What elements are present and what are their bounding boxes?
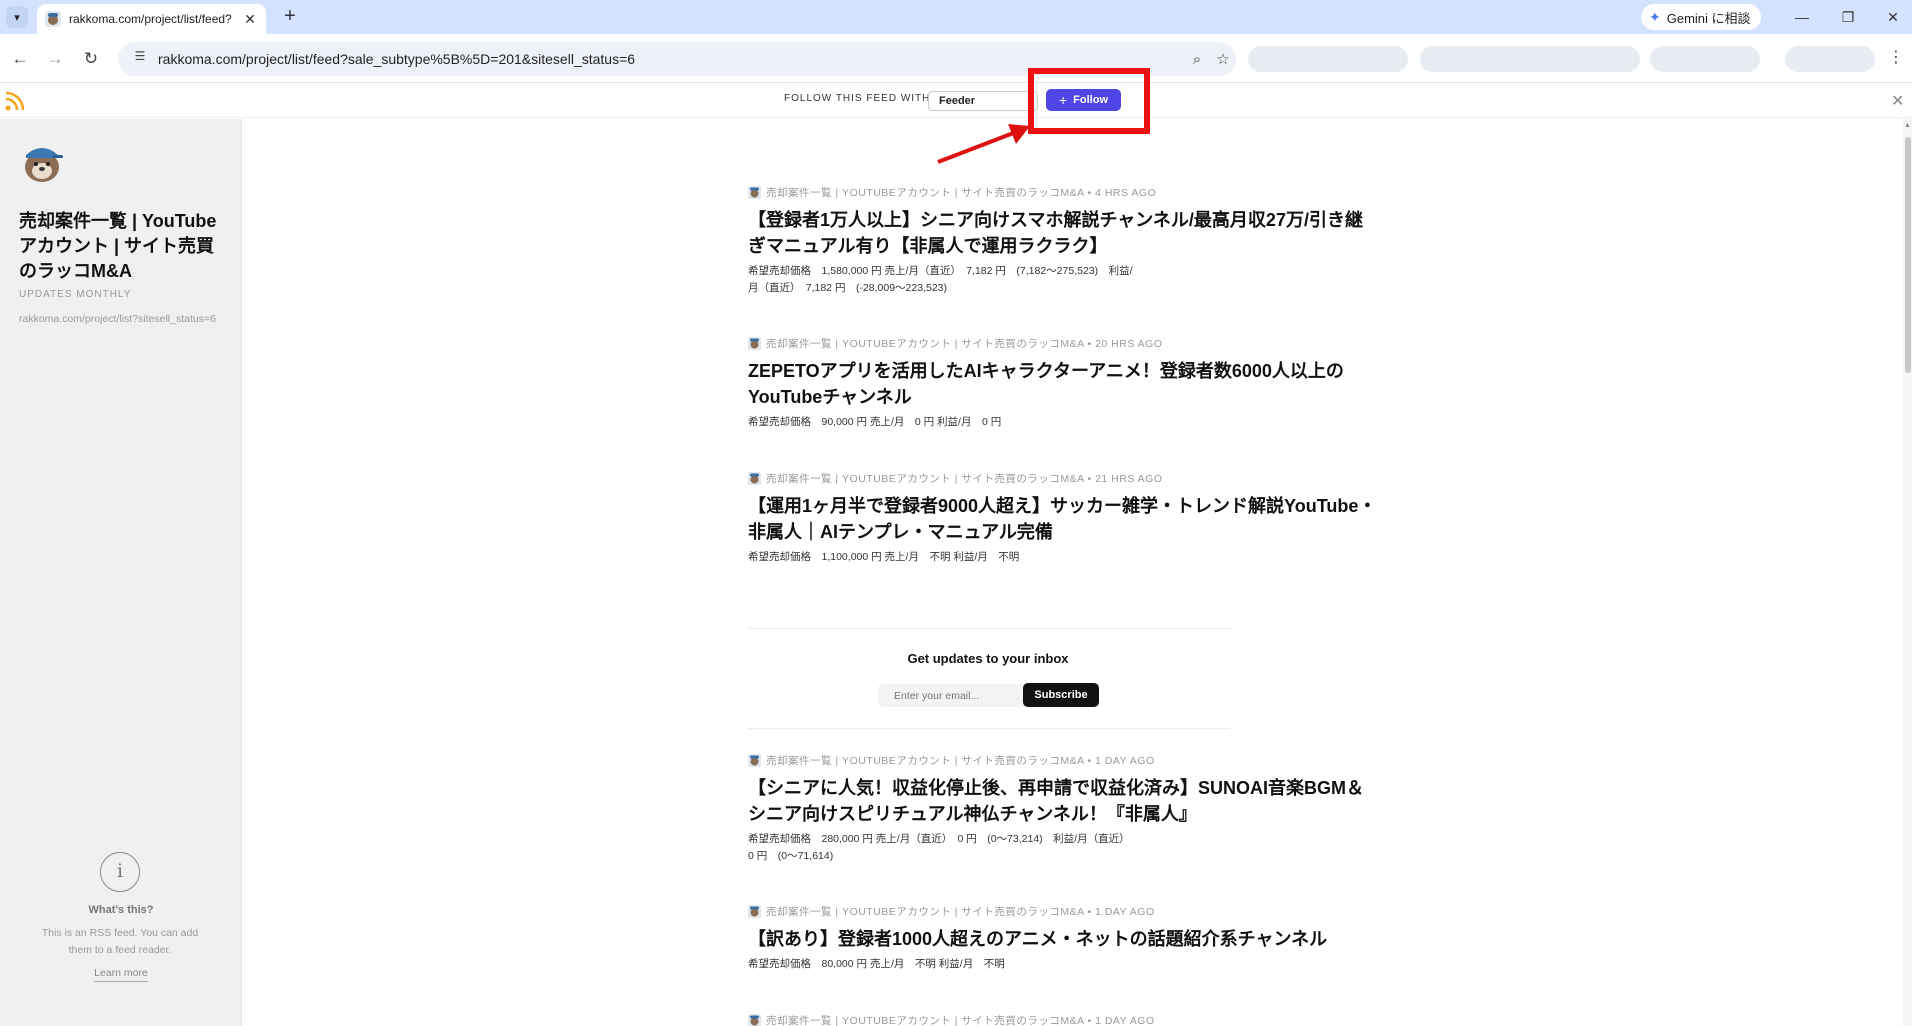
gemini-button[interactable]: ✦ Gemini に相談 — [1641, 4, 1761, 30]
browser-tab[interactable]: rakkoma.com/project/list/feed? ✕ — [37, 4, 266, 34]
forward-arrow-icon[interactable]: → — [43, 47, 67, 71]
page-scrollbar[interactable]: ▲ — [1903, 119, 1912, 1026]
browser-toolbar: ← → ↻ ☰ rakkoma.com/project/list/feed?sa… — [0, 34, 1912, 83]
source-icon — [748, 1013, 761, 1026]
follow-bar: FOLLOW THIS FEED WITH Feeder + Follow ✕ — [0, 84, 1912, 118]
source-icon — [748, 753, 761, 767]
item-title[interactable]: ZEPETOアプリを活用したAIキャラクターアニメ！登録者数6000人以上のYo… — [748, 358, 1380, 410]
feed-url[interactable]: rakkoma.com/project/list?sitesell_status… — [19, 313, 224, 325]
rss-icon — [5, 91, 25, 111]
zoom-icon[interactable]: ⌕ — [1184, 51, 1210, 68]
extensions-area-3[interactable] — [1650, 46, 1760, 72]
annotation-arrow-icon — [937, 124, 1030, 164]
divider — [748, 728, 1230, 729]
extensions-area-2[interactable] — [1420, 46, 1640, 72]
feed-item[interactable]: 売却案件一覧 | YOUTUBEアカウント | サイト売買のラッコM&A • 1… — [748, 753, 1380, 865]
feed-avatar-icon — [25, 148, 63, 182]
item-meta: 売却案件一覧 | YOUTUBEアカウント | サイト売買のラッコM&A • 1… — [748, 904, 1380, 918]
item-description: 希望売却価格 1,580,000 円 売上/月（直近） 7,182 円 (7,1… — [748, 265, 1133, 294]
feed-item[interactable]: 売却案件一覧 | YOUTUBEアカウント | サイト売買のラッコM&A • 2… — [748, 471, 1380, 566]
item-meta-text: 売却案件一覧 | YOUTUBEアカウント | サイト売買のラッコM&A • 4… — [766, 186, 1157, 199]
feed-item[interactable]: 売却案件一覧 | YOUTUBEアカウント | サイト売買のラッコM&A • 4… — [748, 185, 1380, 297]
gemini-label: Gemini に相談 — [1666, 10, 1751, 26]
follow-label: FOLLOW THIS FEED WITH — [784, 93, 931, 104]
back-arrow-icon[interactable]: ← — [8, 47, 32, 71]
feed-reader-select[interactable]: Feeder — [928, 91, 1038, 111]
new-tab-button[interactable]: + — [278, 5, 302, 29]
rss-explanation: This is an RSS feed. You can add them to… — [41, 927, 199, 956]
item-meta-text: 売却案件一覧 | YOUTUBEアカウント | サイト売買のラッコM&A • 1… — [766, 754, 1155, 767]
source-icon — [748, 185, 761, 199]
close-follow-bar-icon[interactable]: ✕ — [1891, 91, 1904, 111]
item-meta-text: 売却案件一覧 | YOUTUBEアカウント | サイト売買のラッコM&A • 2… — [766, 337, 1163, 350]
bookmark-star-icon[interactable]: ☆ — [1210, 50, 1236, 68]
feed-item[interactable]: 売却案件一覧 | YOUTUBEアカウント | サイト売買のラッコM&A • 1… — [748, 1013, 1380, 1026]
window-close-icon[interactable]: ✕ — [1881, 6, 1905, 28]
subscribe-heading: Get updates to your inbox — [907, 651, 1069, 666]
scrollbar-thumb[interactable] — [1905, 137, 1911, 373]
gemini-spark-icon: ✦ — [1649, 8, 1661, 25]
info-icon: i — [100, 852, 140, 892]
item-description: 希望売却価格 80,000 円 売上/月 不明 利益/月 不明 — [748, 958, 1005, 970]
email-input[interactable] — [878, 684, 1026, 707]
item-meta: 売却案件一覧 | YOUTUBEアカウント | サイト売買のラッコM&A • 2… — [748, 471, 1380, 485]
browser-tabstrip: ▾ rakkoma.com/project/list/feed? ✕ + ✦ G… — [0, 0, 1912, 34]
item-title[interactable]: 【シニアに人気！収益化停止後、再申請で収益化済み】SUNOAI音楽BGM＆シニア… — [748, 775, 1380, 827]
feed-title: 売却案件一覧 | YouTubeアカウント | サイト売買のラッコM&A — [19, 211, 217, 281]
scroll-up-icon[interactable]: ▲ — [1904, 122, 1911, 129]
browser-menu-icon[interactable]: ⋮ — [1888, 47, 1904, 67]
learn-more-link[interactable]: Learn more — [0, 967, 242, 982]
whats-this-heading: What's this? — [88, 904, 154, 916]
item-meta-text: 売却案件一覧 | YOUTUBEアカウント | サイト売買のラッコM&A • 1… — [766, 1014, 1155, 1026]
feed-item[interactable]: 売却案件一覧 | YOUTUBEアカウント | サイト売買のラッコM&A • 1… — [748, 904, 1380, 973]
divider — [748, 628, 1230, 629]
item-title[interactable]: 【登録者1万人以上】シニア向けスマホ解説チャンネル/最高月収27万/引き継ぎマニ… — [748, 207, 1380, 259]
item-meta: 売却案件一覧 | YOUTUBEアカウント | サイト売買のラッコM&A • 4… — [748, 185, 1380, 199]
tab-title: rakkoma.com/project/list/feed? — [69, 12, 232, 26]
item-description: 希望売却価格 1,100,000 円 売上/月 不明 利益/月 不明 — [748, 551, 1020, 563]
item-title[interactable]: 【運用1ヶ月半で登録者9000人超え】サッカー雑学・トレンド解説YouTube・… — [748, 493, 1380, 545]
restore-icon[interactable]: ❐ — [1836, 6, 1860, 28]
item-meta: 売却案件一覧 | YOUTUBEアカウント | サイト売買のラッコM&A • 2… — [748, 336, 1380, 350]
subscribe-button[interactable]: Subscribe — [1023, 683, 1099, 707]
tab-search-icon[interactable]: ▾ — [6, 6, 28, 28]
source-icon — [748, 904, 761, 918]
reload-icon[interactable]: ↻ — [79, 47, 103, 71]
profile-area[interactable] — [1785, 46, 1875, 72]
item-meta: 売却案件一覧 | YOUTUBEアカウント | サイト売買のラッコM&A • 1… — [748, 753, 1380, 767]
item-title[interactable]: 【訳あり】登録者1000人超えのアニメ・ネットの話題紹介系チャンネル — [748, 926, 1380, 952]
extensions-area[interactable] — [1248, 46, 1408, 72]
source-icon — [748, 336, 761, 350]
feed-sidebar: 売却案件一覧 | YouTubeアカウント | サイト売買のラッコM&A UPD… — [0, 119, 242, 1026]
update-frequency: UPDATES MONTHLY — [19, 289, 132, 300]
minimize-icon[interactable]: — — [1790, 6, 1814, 28]
site-info-icon[interactable]: ☰ — [130, 49, 150, 69]
item-description: 希望売却価格 280,000 円 売上/月（直近） 0 円 (0～73,214)… — [748, 833, 1135, 862]
source-icon — [748, 471, 761, 485]
item-meta: 売却案件一覧 | YOUTUBEアカウント | サイト売買のラッコM&A • 1… — [748, 1013, 1380, 1026]
feed-item[interactable]: 売却案件一覧 | YOUTUBEアカウント | サイト売買のラッコM&A • 2… — [748, 336, 1380, 431]
tab-close-icon[interactable]: ✕ — [242, 11, 258, 28]
item-meta-text: 売却案件一覧 | YOUTUBEアカウント | サイト売買のラッコM&A • 2… — [766, 472, 1163, 485]
item-meta-text: 売却案件一覧 | YOUTUBEアカウント | サイト売買のラッコM&A • 1… — [766, 905, 1155, 918]
site-favicon-icon — [45, 11, 61, 27]
url-text[interactable]: rakkoma.com/project/list/feed?sale_subty… — [158, 51, 1184, 67]
item-description: 希望売却価格 90,000 円 売上/月 0 円 利益/月 0 円 — [748, 416, 1002, 428]
learn-more-label[interactable]: Learn more — [94, 967, 148, 982]
